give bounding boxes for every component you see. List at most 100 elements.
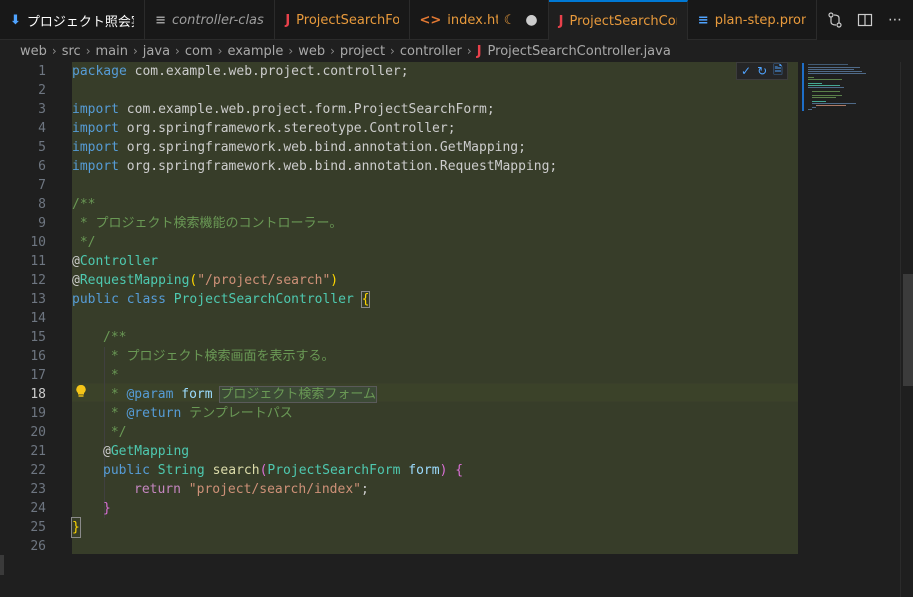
code-line[interactable]: 5 import org.springframework.web.bind.ann… (0, 138, 800, 157)
split-editor-icon[interactable] (857, 12, 873, 28)
line-number: 13 (30, 292, 46, 307)
code-text: @param (126, 387, 174, 402)
code-line[interactable]: 20 */ (0, 423, 800, 442)
editor-actions: ⋯ (817, 0, 913, 40)
code-line[interactable]: 25} (0, 517, 800, 538)
line-number: 20 (30, 425, 46, 440)
code-text: org.springframework.stereotype.Controlle… (118, 121, 456, 136)
code-text: @return (126, 406, 182, 421)
breadcrumb-item[interactable]: java (143, 44, 170, 59)
line-number: 11 (30, 254, 46, 269)
tab-project-inquiry[interactable]: ⬇ プロジェクト照会実装 (0, 0, 146, 40)
line-number: 25 (30, 520, 46, 535)
code-text: public (103, 463, 150, 478)
code-text: @ (72, 273, 80, 288)
breadcrumb-file[interactable]: ProjectSearchController.java (488, 44, 671, 59)
code-text: "project/search/index" (188, 482, 361, 497)
code-line[interactable]: 9 * プロジェクト検索機能のコントローラー。 (0, 214, 800, 233)
code-line[interactable]: 1 package com.example.web.project.control… (0, 62, 800, 81)
code-line[interactable]: 11 @Controller (0, 252, 800, 271)
code-line[interactable]: 8 /** (0, 195, 800, 214)
breadcrumb-item[interactable]: web (298, 44, 325, 59)
code-line[interactable]: 12 @RequestMapping("/project/search") (0, 271, 800, 290)
line-number: 19 (30, 406, 46, 421)
code-line[interactable]: 26 (0, 537, 800, 556)
more-icon[interactable]: ⋯ (887, 12, 903, 28)
code-comment: * プロジェクト検索機能のコントローラー。 (72, 216, 343, 231)
tab-label: controller-class.inst (172, 12, 264, 28)
code-text: @ (103, 444, 111, 459)
chevron-right-icon: › (466, 44, 472, 58)
code-line[interactable]: 7 (0, 176, 800, 195)
code-line[interactable]: 22 public String search(ProjectSearchForm… (0, 461, 800, 480)
code-text: } (103, 501, 111, 516)
code-line[interactable]: 2 (0, 81, 800, 100)
lightbulb-icon[interactable] (75, 384, 87, 402)
code-line[interactable]: 4 import org.springframework.stereotype.C… (0, 119, 800, 138)
code-text: form (408, 463, 440, 478)
code-line[interactable]: 10 */ (0, 233, 800, 252)
breadcrumb-item[interactable]: main (96, 44, 128, 59)
tab-project-search-controller[interactable]: J ProjectSearchContr (548, 0, 688, 40)
code-text: import (72, 159, 119, 174)
breadcrumb-item[interactable]: web (20, 44, 47, 59)
breadcrumb-item[interactable]: src (62, 44, 81, 59)
tab-label: index.html (447, 12, 497, 28)
tab-controller-class[interactable]: ≡ controller-class.inst (145, 0, 276, 40)
download-icon: ⬇ (10, 12, 21, 28)
line-number: 26 (30, 539, 46, 554)
scrollbar-thumb[interactable] (903, 274, 913, 386)
code-comment: * (103, 406, 127, 421)
compare-icon[interactable] (827, 12, 843, 28)
tab-label: plan-step.prompt.r (714, 12, 806, 28)
line-number: 23 (30, 482, 46, 497)
code-line[interactable]: 21 @GetMapping (0, 442, 800, 461)
minimap[interactable] (800, 62, 900, 597)
code-line[interactable]: 13 public class ProjectSearchController { (0, 290, 800, 309)
code-line[interactable]: 19 * @return テンプレートパス (0, 404, 800, 423)
code-text: com.example.web.project.controller; (126, 64, 409, 79)
code-text: import (72, 140, 119, 155)
code-text: ProjectSearchController (173, 292, 354, 307)
code-text: search (212, 463, 260, 478)
chevron-right-icon: › (51, 44, 57, 58)
code-editor[interactable]: ✓ ↻ 🗎 1 package com.example.web.project.c… (0, 62, 913, 597)
code-text: import (72, 121, 119, 136)
tab-project-search-form[interactable]: J ProjectSearchForm (275, 0, 410, 40)
tab-index-html[interactable]: <> index.html ☾ ● (410, 0, 549, 40)
code-text: ProjectSearchForm (267, 463, 401, 478)
code-text: String (157, 463, 205, 478)
tab-plan-step-prompt[interactable]: ≡ plan-step.prompt.r (688, 0, 817, 40)
ghost-suggestion[interactable]: プロジェクト検索フォーム (219, 386, 378, 403)
code-line[interactable]: 24} (0, 499, 800, 518)
line-number: 16 (30, 349, 46, 364)
code-text: RequestMapping (79, 273, 190, 288)
code-line[interactable]: 3 import com.example.web.project.form.Pro… (0, 100, 800, 119)
breadcrumb-item[interactable]: example (227, 44, 283, 59)
unsaved-dot-icon[interactable]: ● (525, 12, 537, 28)
line-number: 18 (30, 387, 46, 402)
code-line[interactable]: 18 * @param form プロジェクト検索フォーム (0, 385, 800, 404)
tab-label: ProjectSearchForm (296, 12, 398, 28)
code-line[interactable]: 23 return "project/search/index"; (0, 480, 800, 499)
code-text: GetMapping (110, 444, 190, 459)
line-number: 5 (38, 140, 46, 155)
code-line[interactable]: 16 * プロジェクト検索画面を表示する。 (0, 347, 800, 366)
code-line[interactable]: 14 (0, 309, 800, 328)
code-line[interactable]: 6 import org.springframework.web.bind.ann… (0, 157, 800, 176)
line-number: 22 (30, 463, 46, 478)
breadcrumb-item[interactable]: controller (400, 44, 462, 59)
code-text: } (71, 517, 81, 538)
code-comment: */ (103, 425, 127, 440)
breadcrumb-item[interactable]: project (340, 44, 385, 59)
code-text: org.springframework.web.bind.annotation.… (118, 140, 526, 155)
code-line[interactable]: 15 /** (0, 328, 800, 347)
chevron-right-icon: › (175, 44, 180, 58)
breadcrumb-item[interactable]: com (185, 44, 213, 59)
code-line[interactable]: 17 * (0, 366, 800, 385)
list-icon: ≡ (697, 12, 709, 28)
code-text: @ (72, 254, 80, 269)
